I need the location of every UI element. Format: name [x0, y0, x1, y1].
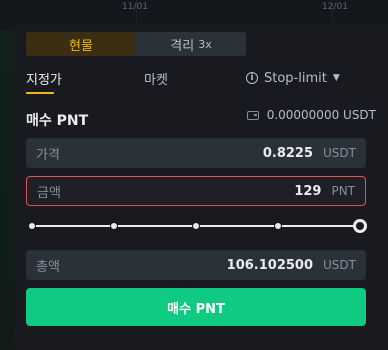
available-balance: 0.00000000 USDT [246, 108, 376, 122]
total-field[interactable]: 총액 106.102500 USDT [26, 250, 366, 280]
spot-tab[interactable]: 현물 [26, 32, 136, 56]
price-value: 0.8225 [262, 145, 314, 161]
account-type-segment: 현물 격리 3x [26, 32, 246, 56]
chart-date-label: 12/01 [322, 2, 348, 12]
trade-widget: 11/01 12/01 현물 격리 3x 지정가 마켓 i Stop-limit [0, 0, 388, 350]
tab-stop-limit[interactable]: i Stop-limit ▼ [246, 66, 340, 90]
chart-candles-edge [0, 30, 14, 350]
tab-market[interactable]: 마켓 [144, 66, 168, 90]
total-label: 총액 [36, 259, 60, 275]
amount-field[interactable]: 금액 129 PNT [26, 176, 366, 206]
spot-tab-label: 현물 [69, 38, 93, 54]
price-unit: USDT [323, 146, 356, 160]
available-balance-value: 0.00000000 USDT [266, 108, 376, 122]
total-unit: USDT [323, 258, 356, 272]
slider-mark[interactable] [110, 222, 118, 230]
info-icon[interactable]: i [246, 72, 258, 84]
slider-mark[interactable] [274, 222, 282, 230]
order-type-tabs: 지정가 마켓 i Stop-limit ▼ [26, 66, 356, 94]
tab-market-label: 마켓 [144, 72, 168, 88]
slider-handle[interactable] [353, 219, 367, 233]
buy-button-label: 매수 PNT [167, 301, 225, 317]
tab-limit-label: 지정가 [26, 72, 62, 88]
tab-stop-limit-label: Stop-limit [264, 70, 327, 86]
active-tab-indicator [26, 92, 54, 94]
buy-button[interactable]: 매수 PNT [26, 288, 366, 326]
caret-down-icon: ▼ [332, 73, 340, 83]
margin-tab[interactable]: 격리 3x [136, 32, 246, 56]
margin-tab-label: 격리 [170, 38, 195, 54]
price-label: 가격 [36, 147, 60, 163]
price-field[interactable]: 가격 0.8225 USDT [26, 138, 366, 168]
total-value: 106.102500 [226, 257, 314, 273]
margin-leverage: 3x [198, 37, 212, 51]
slider-mark[interactable] [192, 222, 200, 230]
amount-value: 129 [294, 183, 322, 199]
order-panel: 현물 격리 3x 지정가 마켓 i Stop-limit ▼ 매수 PNT 0.… [14, 24, 388, 350]
slider-mark[interactable] [28, 222, 36, 230]
order-title: 매수 PNT [26, 113, 89, 129]
wallet-icon [246, 110, 259, 120]
tab-limit[interactable]: 지정가 [26, 66, 62, 90]
amount-label: 금액 [37, 185, 61, 201]
amount-unit: PNT [331, 184, 355, 198]
amount-slider[interactable] [26, 219, 367, 233]
chart-date-label: 11/01 [122, 2, 148, 12]
